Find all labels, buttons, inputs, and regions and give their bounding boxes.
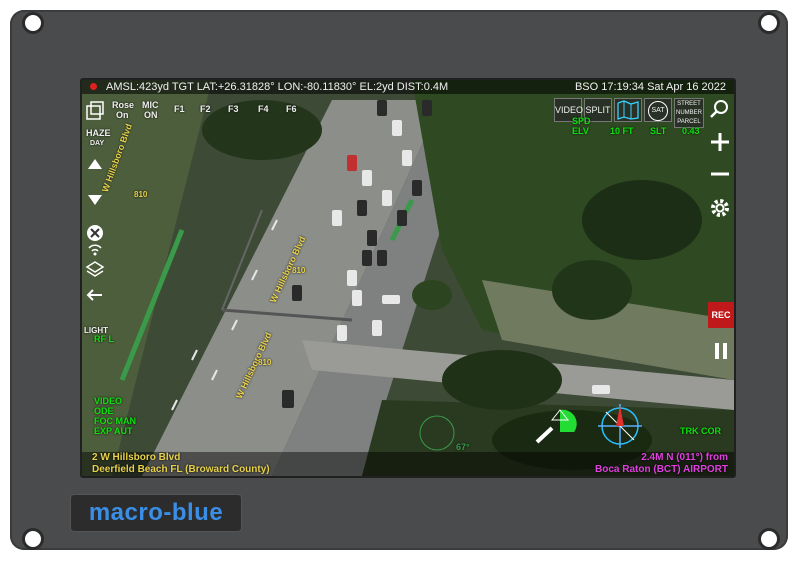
haze-label[interactable]: HAZE [86, 128, 111, 138]
video-display[interactable]: AMSL:423yd TGT LAT:+26.31828° LON:-80.11… [80, 78, 736, 478]
map-icon [617, 100, 639, 120]
sat-icon: SAT [648, 101, 668, 121]
distance-from-line: 2.4M N (011°) from [641, 452, 728, 463]
f3-key[interactable]: F3 [228, 104, 239, 114]
rose-label[interactable]: Rose [112, 100, 134, 110]
street-button[interactable]: STREET NUMBER PARCEL [674, 98, 704, 128]
track-correction-label: TRK COR [680, 426, 721, 436]
split-button-label: SPLIT [585, 105, 611, 115]
slant-label: SLT [650, 126, 667, 136]
route-810-label-2: 810 [292, 266, 306, 275]
route-810-label-1: 810 [134, 190, 148, 199]
sat-button[interactable]: SAT [644, 98, 672, 122]
mic-label[interactable]: MIC [142, 100, 159, 110]
pause-icon[interactable] [708, 338, 734, 364]
screw-bottom-left [22, 528, 44, 550]
street-label: STREET [677, 101, 701, 107]
screw-top-right [758, 12, 780, 34]
focus-label: FOC MAN [94, 416, 136, 426]
screw-top-left [22, 12, 44, 34]
ode-label: ODE [94, 406, 114, 416]
zoom-out-icon[interactable] [708, 162, 732, 186]
video-mode-label: VIDEO [94, 396, 123, 406]
rose-state: On [116, 110, 129, 120]
arrow-up-icon[interactable] [84, 154, 106, 176]
f2-key[interactable]: F2 [200, 104, 211, 114]
number-label: NUMBER [675, 110, 702, 116]
address-line-1: 2 W Hillsboro Blvd [92, 452, 181, 463]
back-arrow-icon[interactable] [84, 284, 106, 306]
search-icon[interactable] [708, 98, 730, 120]
rf-label: RF L [94, 334, 114, 344]
address-line-2: Deerfield Beach FL (Broward County) [92, 464, 270, 475]
speed-readout: SPD [572, 116, 591, 126]
f1-key[interactable]: F1 [174, 104, 185, 114]
gear-icon[interactable] [708, 196, 732, 220]
route-810-label-3: 810 [258, 358, 272, 367]
elevation-label: ELV [572, 126, 589, 136]
map-view-button[interactable] [614, 98, 642, 122]
exposure-label: EXP AUT [94, 426, 133, 436]
screw-bottom-right [758, 528, 780, 550]
brand-logo: macro-blue [70, 494, 242, 532]
zoom-in-icon[interactable] [708, 130, 732, 154]
elevation-value: 10 FT [610, 126, 634, 136]
aerial-video-feed[interactable] [82, 80, 734, 476]
record-dot-icon [90, 83, 97, 90]
mic-state: ON [144, 110, 158, 120]
video-button-label: VIDEO [555, 105, 584, 115]
heading-readout: 67° [456, 442, 470, 452]
distance-value: 0.43 [682, 126, 700, 136]
target-coordinates: AMSL:423yd TGT LAT:+26.31828° LON:-80.11… [106, 81, 449, 93]
sat-label: SAT [651, 107, 665, 114]
f6-key[interactable]: F6 [286, 104, 297, 114]
stack-icon[interactable] [84, 258, 106, 280]
record-label: REC [711, 310, 731, 320]
layers-icon[interactable] [84, 100, 106, 122]
f4-key[interactable]: F4 [258, 104, 269, 114]
day-label: DAY [90, 140, 105, 147]
record-button[interactable]: REC [708, 302, 734, 328]
reference-airport: Boca Raton (BCT) AIRPORT [595, 464, 728, 475]
clock-datetime: BSO 17:19:34 Sat Apr 16 2022 [574, 81, 726, 93]
